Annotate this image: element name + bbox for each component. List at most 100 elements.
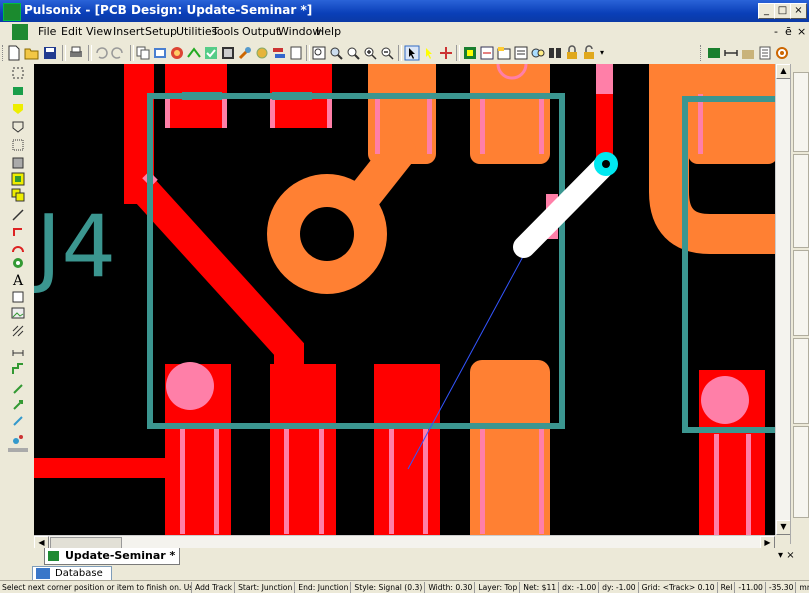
track-icon[interactable] xyxy=(11,224,25,238)
menu-help[interactable]: Help xyxy=(316,25,341,38)
area-icon[interactable] xyxy=(11,138,25,152)
select-mode-icon[interactable] xyxy=(11,66,25,80)
copper-icon[interactable] xyxy=(11,156,25,170)
zoom-previous-icon[interactable] xyxy=(345,45,361,61)
maximize-button[interactable]: □ xyxy=(774,3,791,19)
toolbar-overflow-icon[interactable]: ▾ xyxy=(600,48,604,57)
text-icon[interactable]: A xyxy=(11,274,25,288)
target-icon[interactable] xyxy=(774,45,790,61)
scroll-up-arrow[interactable]: ▲ xyxy=(776,64,791,79)
grid-icon[interactable] xyxy=(547,45,563,61)
find-icon[interactable] xyxy=(530,45,546,61)
shape-icon[interactable] xyxy=(11,102,25,116)
cross-probe-icon[interactable] xyxy=(438,45,454,61)
tools-icon[interactable] xyxy=(237,45,253,61)
component-icon[interactable] xyxy=(169,45,185,61)
close-button[interactable]: × xyxy=(790,3,807,19)
add-net-icon[interactable] xyxy=(11,398,25,412)
arc-icon[interactable] xyxy=(11,240,25,254)
gear-icon[interactable] xyxy=(254,45,270,61)
via-icon[interactable] xyxy=(11,256,25,270)
status-prompt: Select next corner position or item to f… xyxy=(0,582,192,593)
menu-file[interactable]: File xyxy=(38,25,56,38)
teardrop-icon[interactable] xyxy=(11,432,25,446)
component-bin-icon[interactable] xyxy=(740,45,756,61)
copy-icon[interactable] xyxy=(135,45,151,61)
select-icon[interactable] xyxy=(404,45,420,61)
app-icon[interactable] xyxy=(3,3,21,21)
pcb-icon[interactable] xyxy=(462,45,478,61)
ref-des-icon[interactable] xyxy=(11,290,25,304)
zoom-out-icon[interactable] xyxy=(379,45,395,61)
redo-icon[interactable] xyxy=(110,45,126,61)
drc-icon[interactable] xyxy=(203,45,219,61)
menu-view[interactable]: View xyxy=(86,25,112,38)
add-pin-icon[interactable] xyxy=(11,414,25,428)
menu-setup[interactable]: Setup xyxy=(145,25,177,38)
mdi-minimize-button[interactable]: - xyxy=(774,25,778,38)
unlock-icon[interactable] xyxy=(581,45,597,61)
line-icon[interactable] xyxy=(11,208,25,222)
status-width: Width: 0.30 xyxy=(426,582,476,593)
schematic-icon[interactable] xyxy=(479,45,495,61)
zoom-all-icon[interactable] xyxy=(311,45,327,61)
tab-update-seminar[interactable]: Update-Seminar * xyxy=(44,548,181,565)
router-icon[interactable] xyxy=(11,362,25,376)
undo-icon[interactable] xyxy=(93,45,109,61)
menu-edit[interactable]: Edit xyxy=(61,25,82,38)
zoom-area-icon[interactable] xyxy=(328,45,344,61)
library-icon[interactable] xyxy=(152,45,168,61)
toolbar-separator xyxy=(456,45,460,61)
hatch-icon[interactable] xyxy=(11,324,25,338)
browse-icon[interactable] xyxy=(513,45,529,61)
vertical-scrollbar[interactable]: ▲ ▼ xyxy=(775,64,791,535)
image-icon[interactable] xyxy=(11,306,25,320)
minimize-button[interactable]: _ xyxy=(758,3,775,19)
dock-tab-layers[interactable] xyxy=(793,154,809,248)
dimension-icon[interactable] xyxy=(11,346,25,360)
layers-icon[interactable] xyxy=(271,45,287,61)
dock-tab-project[interactable] xyxy=(793,72,809,152)
dock-tab-interaction[interactable] xyxy=(793,250,809,336)
status-dy: dy: -1.00 xyxy=(600,582,639,593)
scroll-down-arrow[interactable]: ▼ xyxy=(776,520,791,535)
board-icon[interactable] xyxy=(11,172,25,186)
print-icon[interactable] xyxy=(68,45,84,61)
mdi-close-button[interactable]: × xyxy=(797,25,806,38)
menu-window[interactable]: Window xyxy=(278,25,321,38)
tab-close-button[interactable]: ▾ × xyxy=(778,550,795,561)
tab-database[interactable]: Database xyxy=(32,566,112,581)
mdi-restore-button[interactable]: ē xyxy=(785,25,792,38)
outline-icon[interactable] xyxy=(11,120,25,134)
toolbar-grip[interactable] xyxy=(700,45,704,61)
horizontal-scrollbar[interactable]: ◀ ▶ xyxy=(34,535,775,549)
document-icon[interactable] xyxy=(12,24,28,40)
pcb-canvas[interactable]: J4 xyxy=(34,64,775,535)
properties-icon[interactable] xyxy=(757,45,773,61)
new-icon[interactable] xyxy=(6,45,22,61)
status-dx: dx: -1.00 xyxy=(560,582,600,593)
save-icon[interactable] xyxy=(42,45,58,61)
zoom-in-icon[interactable] xyxy=(362,45,378,61)
measure-icon[interactable] xyxy=(723,45,739,61)
menu-insert[interactable]: Insert xyxy=(113,25,145,38)
group-icon[interactable] xyxy=(11,188,25,202)
pointer-icon[interactable] xyxy=(421,45,437,61)
dock-tab-output[interactable] xyxy=(793,338,809,424)
menu-tools[interactable]: Tools xyxy=(212,25,239,38)
sheet-icon[interactable] xyxy=(706,45,722,61)
netlist-icon[interactable] xyxy=(186,45,202,61)
pad-icon[interactable] xyxy=(11,84,25,98)
report-icon[interactable] xyxy=(220,45,236,61)
toolbar-resize-handle[interactable] xyxy=(8,448,28,452)
status-y: -35.30 xyxy=(767,582,797,593)
design-icon[interactable] xyxy=(496,45,512,61)
add-component-icon[interactable] xyxy=(11,382,25,396)
dock-tab-properties[interactable] xyxy=(793,426,809,518)
page-icon[interactable] xyxy=(288,45,304,61)
status-net: Net: $11 xyxy=(521,582,560,593)
lock-icon[interactable] xyxy=(564,45,580,61)
open-icon[interactable] xyxy=(24,45,40,61)
menu-output[interactable]: Output xyxy=(242,25,280,38)
document-tab-bar: Update-Seminar * ▾ × xyxy=(34,548,809,566)
